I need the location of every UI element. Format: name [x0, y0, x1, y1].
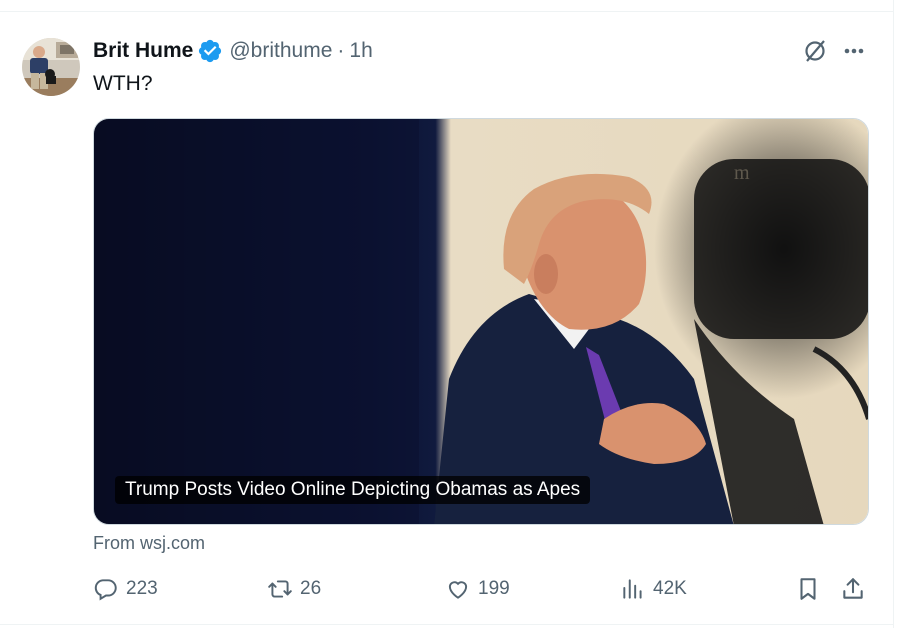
more-options-icon[interactable]	[840, 38, 868, 64]
share-button[interactable]	[840, 574, 866, 604]
verified-badge-icon[interactable]	[197, 38, 223, 64]
right-divider	[893, 0, 894, 628]
card-headline[interactable]: Trump Posts Video Online Depicting Obama…	[115, 476, 591, 504]
card-source[interactable]: From wsj.com	[93, 533, 205, 554]
views-count: 42K	[653, 578, 687, 599]
retweet-count: 26	[300, 578, 322, 599]
retweet-button[interactable]: 26	[267, 574, 321, 604]
reply-button[interactable]: 223	[93, 574, 158, 604]
action-bar: 223 26 199 42K	[0, 574, 894, 604]
svg-text:m: m	[734, 162, 750, 184]
like-button[interactable]: 199	[445, 574, 510, 604]
like-count: 199	[478, 578, 510, 599]
analytics-icon	[623, 579, 642, 599]
views-button[interactable]: 42K	[620, 574, 687, 604]
retweet-icon	[268, 580, 292, 598]
user-handle[interactable]: @brithume	[229, 39, 332, 63]
share-icon	[843, 578, 863, 599]
reply-icon	[94, 579, 117, 601]
news-photo: m	[94, 119, 868, 524]
bookmark-icon	[800, 578, 816, 600]
avatar[interactable]	[22, 38, 80, 96]
display-name[interactable]: Brit Hume	[93, 39, 193, 63]
reply-count: 223	[126, 578, 158, 599]
heart-icon	[448, 581, 468, 599]
tweet-text: WTH?	[93, 72, 153, 95]
bottom-divider	[0, 624, 894, 625]
separator-dot: ·	[337, 39, 345, 62]
bookmark-button[interactable]	[795, 574, 821, 604]
avatar-photo	[22, 38, 80, 96]
link-card[interactable]: m Trump Posts Video Online Depicting Oba…	[93, 118, 869, 525]
timestamp[interactable]: 1h	[349, 39, 372, 63]
top-divider	[0, 11, 894, 12]
grok-icon[interactable]	[802, 38, 828, 64]
tweet-header: Brit Hume @brithume · 1h	[93, 38, 373, 64]
